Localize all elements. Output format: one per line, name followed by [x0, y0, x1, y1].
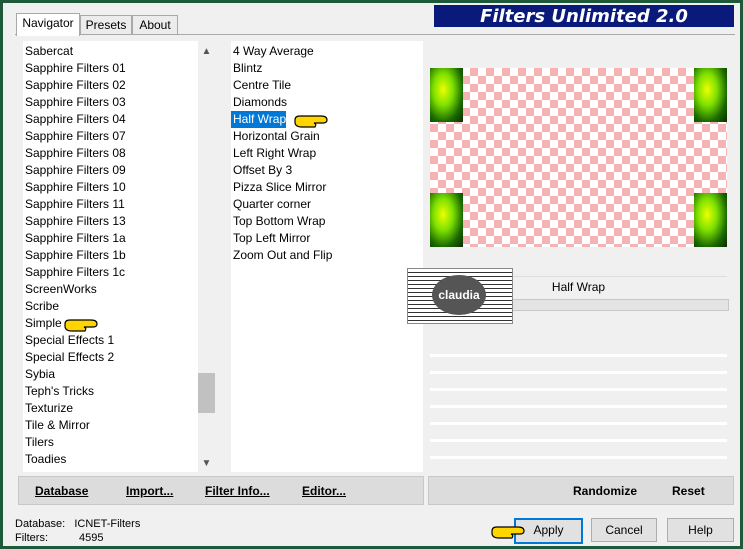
- filter-item[interactable]: Quarter corner: [231, 196, 311, 213]
- filter-list[interactable]: 4 Way Average Blintz Centre Tile Diamonds Ha…: [231, 41, 423, 472]
- filter-item[interactable]: Pizza Slice Mirror: [231, 179, 326, 196]
- scroll-up-arrow-icon[interactable]: ▲: [198, 43, 215, 60]
- pointing-hand-icon: [491, 526, 525, 539]
- category-item[interactable]: Sapphire Filters 1b: [23, 247, 126, 264]
- category-item[interactable]: Sapphire Filters 07: [23, 128, 126, 145]
- category-item[interactable]: Sapphire Filters 09: [23, 162, 126, 179]
- leaf-tile-top-left: [430, 68, 463, 122]
- pointing-hand-icon: [64, 319, 98, 332]
- database-label: Database:: [15, 518, 66, 530]
- filter-item[interactable]: 4 Way Average: [231, 43, 314, 60]
- cancel-button[interactable]: Cancel: [591, 518, 657, 542]
- app-title: Filters Unlimited 2.0: [480, 6, 688, 27]
- parameter-area: [430, 340, 727, 465]
- category-item[interactable]: Sapphire Filters 08: [23, 145, 126, 162]
- filter-item[interactable]: Top Left Mirror: [231, 230, 310, 247]
- filter-item[interactable]: Blintz: [231, 60, 262, 77]
- filter-item[interactable]: Zoom Out and Flip: [231, 247, 332, 264]
- database-button[interactable]: Database: [35, 484, 88, 498]
- category-item[interactable]: Sapphire Filters 13: [23, 213, 126, 230]
- category-item[interactable]: Scribe: [23, 298, 59, 315]
- filter-item[interactable]: Half Wrap: [231, 111, 287, 128]
- database-status: Database: ICNET-Filters: [15, 518, 140, 530]
- tab-navigator[interactable]: Navigator: [16, 13, 80, 36]
- title-banner: Filters Unlimited 2.0: [434, 5, 734, 27]
- category-item[interactable]: Special Effects 2: [23, 349, 114, 366]
- leaf-tile-bottom-right: [694, 193, 727, 247]
- preview-image: [430, 68, 727, 247]
- pointing-hand-icon: [294, 115, 328, 128]
- category-item[interactable]: Sapphire Filters 11: [23, 196, 125, 213]
- category-item[interactable]: Sapphire Filters 01: [23, 60, 126, 77]
- filter-item[interactable]: Centre Tile: [231, 77, 291, 94]
- category-list[interactable]: Sabercat Sapphire Filters 01 Sapphire Filt…: [23, 41, 198, 472]
- scroll-down-arrow-icon[interactable]: ▼: [198, 455, 215, 472]
- leaf-tile-bottom-left: [430, 193, 463, 247]
- watermark-logo: claudia: [407, 268, 513, 324]
- category-item[interactable]: Simple: [23, 315, 62, 332]
- leaf-tile-top-right: [694, 68, 727, 122]
- filter-item[interactable]: Offset By 3: [231, 162, 292, 179]
- database-value: ICNET-Filters: [74, 518, 141, 530]
- filter-item[interactable]: Top Bottom Wrap: [231, 213, 325, 230]
- category-item[interactable]: ScreenWorks: [23, 281, 97, 298]
- tab-panel-border: [15, 34, 735, 35]
- category-item[interactable]: Tile & Mirror: [23, 417, 90, 434]
- filter-item[interactable]: Diamonds: [231, 94, 287, 111]
- filter-item[interactable]: Left Right Wrap: [231, 145, 316, 162]
- category-item[interactable]: Sapphire Filters 02: [23, 77, 126, 94]
- filter-name-label: Half Wrap: [551, 280, 606, 294]
- help-button[interactable]: Help: [667, 518, 734, 542]
- editor-button[interactable]: Editor...: [302, 484, 346, 498]
- filters-label: Filters:: [15, 532, 48, 544]
- category-item[interactable]: Sapphire Filters 03: [23, 94, 126, 111]
- category-item[interactable]: Texturize: [23, 400, 73, 417]
- watermark-text: claudia: [432, 275, 486, 315]
- category-item[interactable]: Teph's Tricks: [23, 383, 94, 400]
- filters-status: Filters: 4595: [15, 532, 103, 544]
- category-item[interactable]: Sapphire Filters 1c: [23, 264, 125, 281]
- import-button[interactable]: Import...: [126, 484, 173, 498]
- filters-value: 4595: [79, 532, 104, 544]
- tab-presets[interactable]: Presets: [80, 15, 132, 34]
- category-item[interactable]: Toadies: [23, 451, 66, 468]
- category-scroll-thumb[interactable]: [198, 373, 215, 413]
- category-item[interactable]: Sapphire Filters 10: [23, 179, 126, 196]
- category-item[interactable]: Sapphire Filters 1a: [23, 230, 126, 247]
- category-item[interactable]: Tilers: [23, 434, 54, 451]
- reset-button[interactable]: Reset: [672, 484, 705, 498]
- category-item[interactable]: Sabercat: [23, 43, 73, 60]
- tab-about[interactable]: About: [132, 15, 178, 34]
- randomize-button[interactable]: Randomize: [573, 484, 637, 498]
- filter-info-button[interactable]: Filter Info...: [205, 484, 270, 498]
- category-item[interactable]: Sapphire Filters 04: [23, 111, 126, 128]
- category-item[interactable]: Sybia: [23, 366, 55, 383]
